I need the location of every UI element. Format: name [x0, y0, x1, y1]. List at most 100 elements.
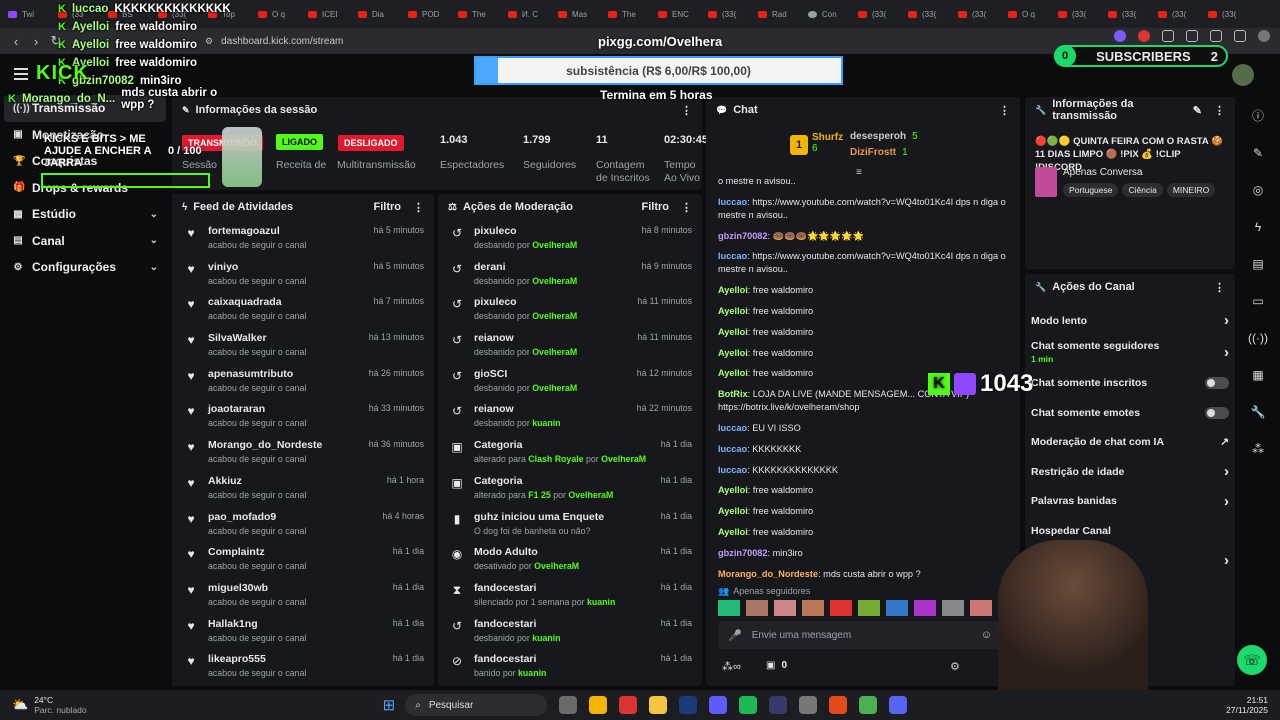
- extension-icon[interactable]: [1114, 30, 1126, 42]
- avatar[interactable]: [1232, 64, 1254, 86]
- activity-row[interactable]: ♥ joaotararan acabou de seguir o canal há 3…: [172, 398, 434, 434]
- support-icon[interactable]: ☏: [1237, 645, 1267, 675]
- activity-row[interactable]: ♥ caixaquadrada acabou de seguir o canal há…: [172, 291, 434, 327]
- top-gifter[interactable]: DiziFrostt 1: [850, 147, 908, 158]
- sidebar-item[interactable]: ▤ Canal ⌄: [0, 228, 170, 255]
- chat-username[interactable]: Ayelloi: [718, 368, 748, 378]
- extension-icon[interactable]: [1162, 30, 1174, 42]
- browser-tab[interactable]: Rad: [750, 4, 800, 24]
- taskbar-app-icon[interactable]: [679, 696, 698, 714]
- chat-username[interactable]: luccao: [718, 465, 747, 475]
- infinity-icon[interactable]: ⁂∞: [722, 660, 741, 673]
- activity-row[interactable]: ♥ Hallak1ng acabou de seguir o canal há 1 d…: [172, 613, 434, 649]
- browser-tab[interactable]: Mas: [550, 4, 600, 24]
- channel-action-item[interactable]: Restrição de idade ›: [1025, 457, 1235, 487]
- moderation-row[interactable]: ↺ gioSCI desbanido por OvelheraM há 12 minu…: [438, 363, 702, 399]
- top-gifter[interactable]: desesperoh 5: [850, 131, 918, 142]
- browser-tab[interactable]: (33(: [1200, 4, 1250, 24]
- activity-row[interactable]: ♥ likeapro555 acabou de seguir o canal há 1…: [172, 648, 434, 684]
- chat-input[interactable]: 🎤 Envie uma mensagem ☺: [718, 621, 1002, 649]
- moderation-row[interactable]: ⧗ fandocestari silenciado por 1 semana por…: [438, 577, 702, 613]
- more-icon[interactable]: ⋮: [413, 201, 424, 214]
- chat-bubble-icon[interactable]: ▭: [1240, 282, 1276, 319]
- weather-widget[interactable]: 24°C Parc. nublado: [34, 695, 86, 715]
- moderation-row[interactable]: ▣ Categoria alterado para Clash Royale por…: [438, 434, 702, 470]
- activity-row[interactable]: ♥ Complaintz acabou de seguir o canal há 1 …: [172, 541, 434, 577]
- activity-row[interactable]: ♥ Morango_do_Nordeste acabou de seguir o c…: [172, 434, 434, 470]
- clipboard-icon[interactable]: ▤: [1240, 245, 1276, 282]
- browser-tab[interactable]: (33(: [850, 4, 900, 24]
- emoji-icon[interactable]: ☺: [981, 629, 992, 641]
- chat-username[interactable]: Ayelloi: [718, 485, 748, 495]
- taskbar-app-icon[interactable]: [739, 696, 758, 714]
- browser-tab[interactable]: The: [600, 4, 650, 24]
- taskbar-search[interactable]: ⌕ Pesquisar: [405, 694, 548, 716]
- browser-tab[interactable]: ICEI: [300, 4, 350, 24]
- chat-username[interactable]: BotRix: [718, 389, 748, 399]
- extension-icon[interactable]: [1186, 30, 1198, 42]
- toggle-switch[interactable]: [1205, 377, 1229, 390]
- taskbar-app-icon[interactable]: [709, 696, 728, 714]
- moderation-row[interactable]: ↺ reianow desbanido por kuanin há 22 minuto…: [438, 398, 702, 434]
- extension-icon[interactable]: [1138, 30, 1150, 42]
- toggle-switch[interactable]: [1205, 406, 1229, 419]
- taskbar-clock[interactable]: 21:51 27/11/2025: [1226, 695, 1268, 715]
- taskbar-app-icon[interactable]: [799, 696, 818, 714]
- channel-action-item[interactable]: Palavras banidas ›: [1025, 487, 1235, 517]
- top-gifter[interactable]: Shurfz 6: [812, 132, 843, 154]
- menu-icon[interactable]: [1258, 30, 1270, 42]
- chat-username[interactable]: Morango_do_Nordeste: [718, 569, 818, 579]
- shield-icon[interactable]: [1234, 30, 1246, 42]
- taskbar-app-icon[interactable]: [649, 696, 668, 714]
- moderation-row[interactable]: ▣ Categoria alterado para F1 25 por Ovelhe…: [438, 470, 702, 506]
- activity-row[interactable]: ♥ miguel30wb acabou de seguir o canal há 1 …: [172, 577, 434, 613]
- browser-tab[interactable]: O q: [250, 4, 300, 24]
- wrench-icon[interactable]: 🔧: [1240, 393, 1276, 430]
- browser-tab[interactable]: Con: [800, 4, 850, 24]
- browser-tab[interactable]: (33(: [1150, 4, 1200, 24]
- info-icon[interactable]: ⓘ: [1240, 97, 1276, 134]
- activity-row[interactable]: ♥ pao_mofado9 acabou de seguir o canal há 4…: [172, 506, 434, 542]
- chat-username[interactable]: Ayelloi: [718, 327, 748, 337]
- filter-button[interactable]: Filtro: [642, 201, 670, 213]
- tag-chip[interactable]: Portuguese: [1063, 183, 1119, 197]
- sidebar-item[interactable]: ▦ Estúdio ⌄: [0, 201, 170, 228]
- chat-username[interactable]: luccao: [718, 444, 747, 454]
- channel-action-item[interactable]: Modo lento ›: [1025, 306, 1235, 336]
- chat-username[interactable]: gbzin70082: [718, 231, 768, 241]
- taskbar-app-icon[interactable]: [889, 696, 908, 714]
- activity-row[interactable]: ♥ fortemagoazul acabou de seguir o canal há…: [172, 220, 434, 256]
- browser-tab[interactable]: POD: [400, 4, 450, 24]
- activity-row[interactable]: ♥ apenasumtributo acabou de seguir o canal…: [172, 363, 434, 399]
- chat-username[interactable]: Ayelloi: [718, 506, 748, 516]
- channel-action-item[interactable]: Chat somente inscritos: [1025, 369, 1235, 399]
- edit-icon[interactable]: ✎: [1193, 104, 1202, 117]
- bolt-icon[interactable]: ϟ: [1240, 208, 1276, 245]
- filter-button[interactable]: Filtro: [374, 201, 402, 213]
- moderation-row[interactable]: ⊘ fandocestari banido por kuanin há 1 dia: [438, 648, 702, 684]
- tag-chip[interactable]: Ciência: [1122, 183, 1163, 197]
- edit-icon[interactable]: ✎: [1240, 134, 1276, 171]
- channel-action-item[interactable]: Chat somente seguidores 1 min ›: [1025, 336, 1235, 369]
- more-icon[interactable]: ⋮: [681, 201, 692, 214]
- windows-start-icon[interactable]: ⊞: [383, 696, 396, 714]
- channel-action-item[interactable]: Moderação de chat com IA ↗: [1025, 428, 1235, 458]
- chat-username[interactable]: Ayelloi: [718, 306, 748, 316]
- moderation-row[interactable]: ↺ derani desbanido por OvelheraM há 9 minut…: [438, 256, 702, 292]
- chat-username[interactable]: gbzin70082: [718, 548, 768, 558]
- points-counter[interactable]: ▣ 0: [766, 660, 787, 671]
- taskbar-app-icon[interactable]: [769, 696, 788, 714]
- chat-username[interactable]: luccao: [718, 197, 747, 207]
- moderation-row[interactable]: ↺ pixuleco desbanido por OvelheraM há 11 mi…: [438, 291, 702, 327]
- chat-username[interactable]: Ayelloi: [718, 285, 748, 295]
- chat-username[interactable]: luccao: [718, 423, 747, 433]
- settings-icon[interactable]: ⚙: [950, 660, 960, 673]
- moderation-row[interactable]: ↺ reianow desbanido por OvelheraM há 11 min…: [438, 327, 702, 363]
- browser-tab[interactable]: ENC: [650, 4, 700, 24]
- browser-tab[interactable]: O q: [1000, 4, 1050, 24]
- browser-tab[interactable]: (33(: [900, 4, 950, 24]
- moderation-row[interactable]: ↺ pixuleco desbanido por OvelheraM há 8 min…: [438, 220, 702, 256]
- activity-row[interactable]: ♥ Akkiuz acabou de seguir o canal há 1 hora: [172, 470, 434, 506]
- broadcast-icon[interactable]: ((·)): [1240, 319, 1276, 356]
- browser-tab[interactable]: The: [450, 4, 500, 24]
